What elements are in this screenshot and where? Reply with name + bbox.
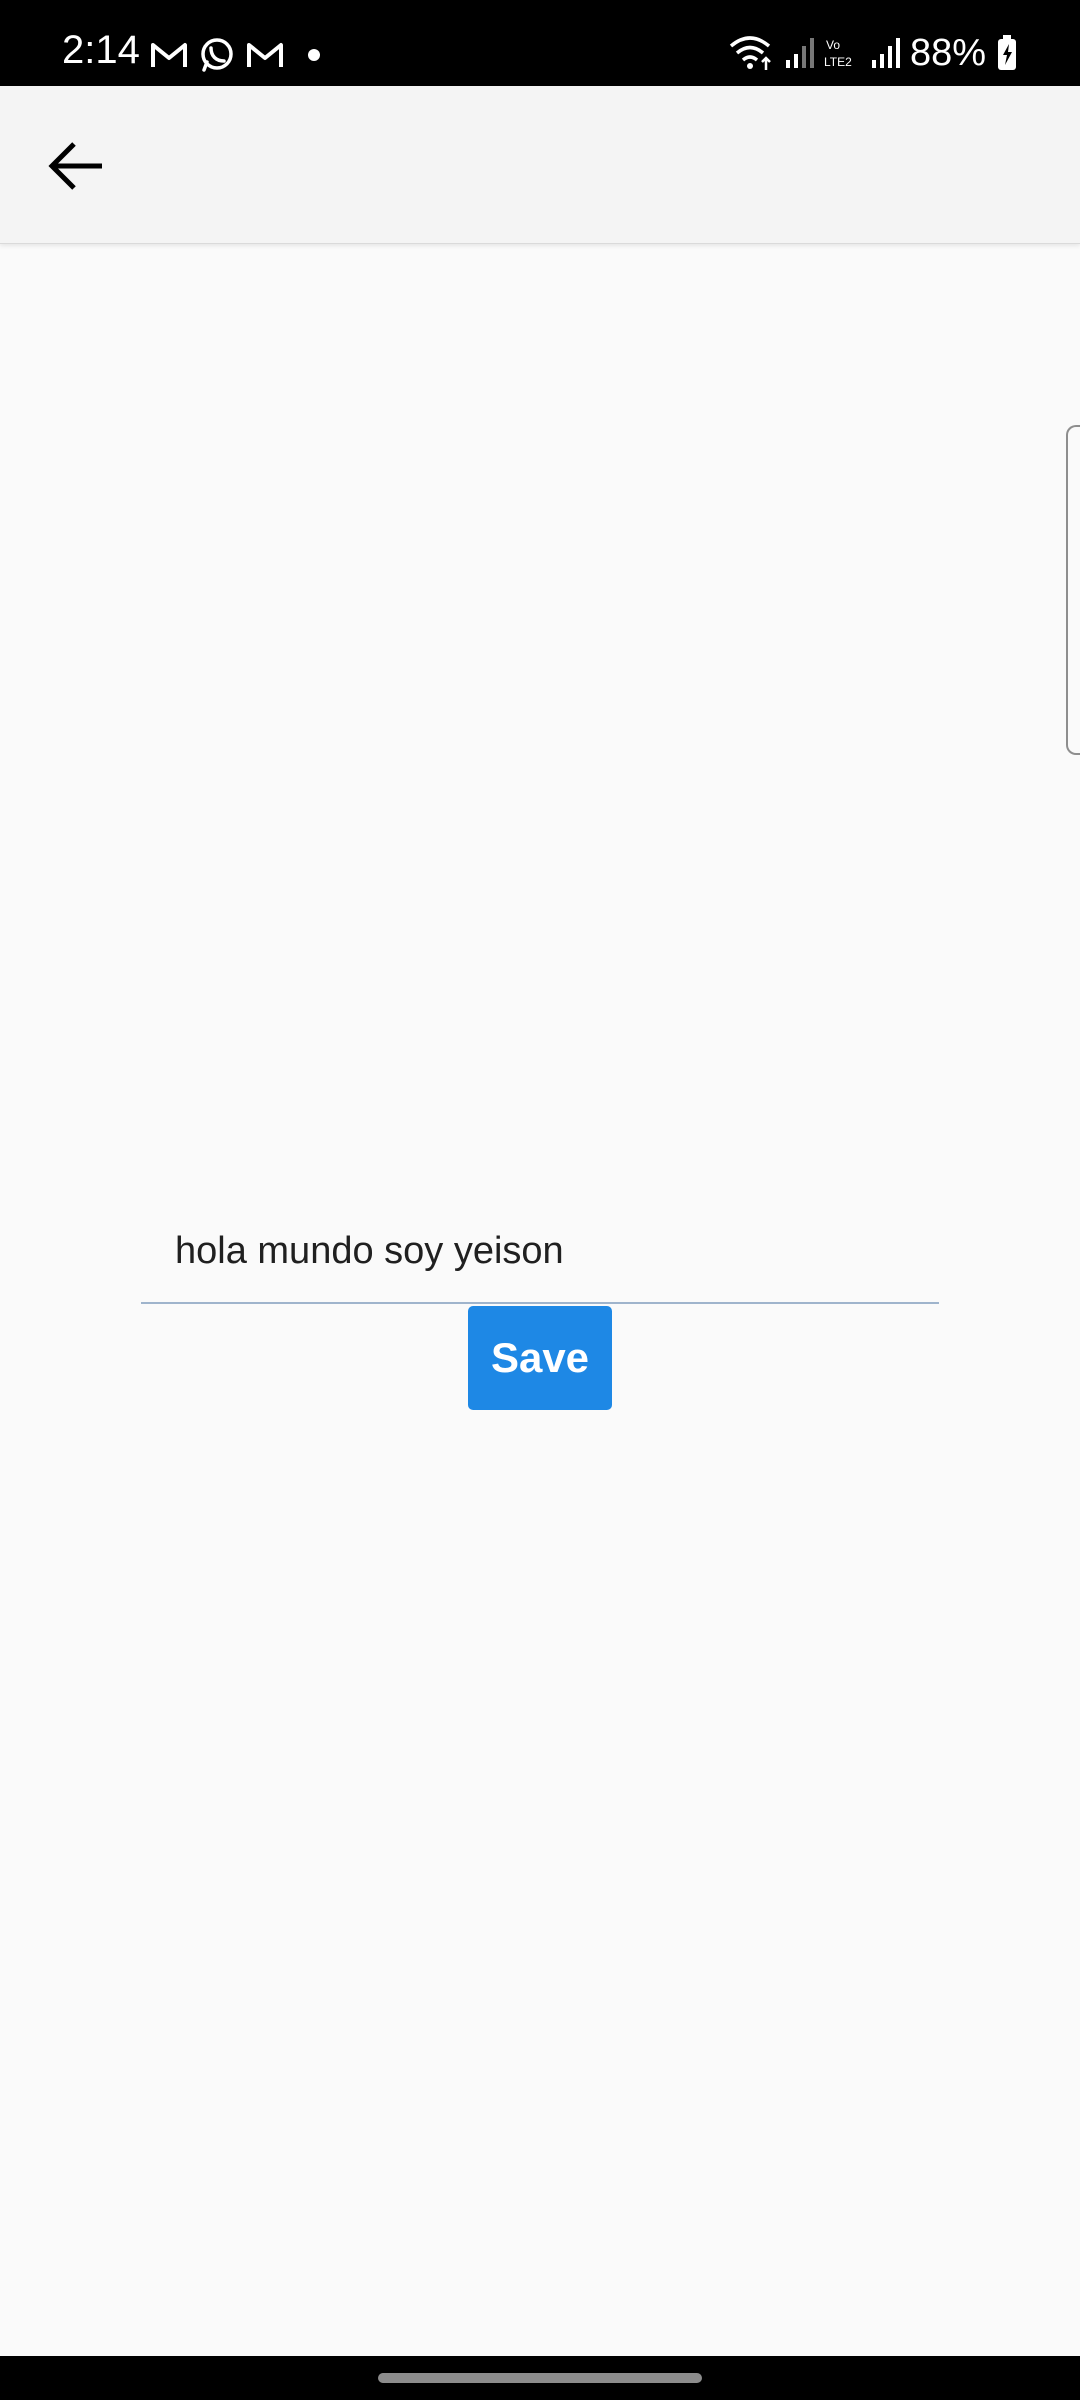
volte-icon: Vo LTE2 xyxy=(824,38,852,69)
signal-icon xyxy=(871,38,900,68)
dot-icon xyxy=(308,49,320,61)
wifi-icon xyxy=(729,36,771,70)
signal-icon xyxy=(785,38,814,68)
arrow-left-icon xyxy=(48,142,102,190)
gmail-icon xyxy=(247,43,283,67)
text-field-container xyxy=(141,1200,939,1304)
app-bar xyxy=(0,86,1080,244)
status-time: 2:14 xyxy=(62,28,140,72)
battery-charging-icon xyxy=(998,35,1016,70)
system-status-icons: Vo LTE2 88% xyxy=(728,34,1018,72)
svg-text:Vo: Vo xyxy=(826,38,840,52)
message-input[interactable] xyxy=(141,1200,939,1302)
whatsapp-icon xyxy=(201,38,233,72)
back-button[interactable] xyxy=(34,124,118,208)
save-button[interactable]: Save xyxy=(468,1306,612,1410)
svg-text:LTE2: LTE2 xyxy=(824,55,852,69)
notification-icons xyxy=(150,36,324,74)
status-bar: 2:14 Vo LTE2 88% xyxy=(0,0,1080,86)
edge-panel-handle[interactable] xyxy=(1066,425,1080,755)
navigation-bar xyxy=(0,2356,1080,2400)
home-gesture-handle[interactable] xyxy=(378,2373,702,2383)
gmail-icon xyxy=(151,43,187,67)
battery-percentage: 88% xyxy=(909,32,986,74)
